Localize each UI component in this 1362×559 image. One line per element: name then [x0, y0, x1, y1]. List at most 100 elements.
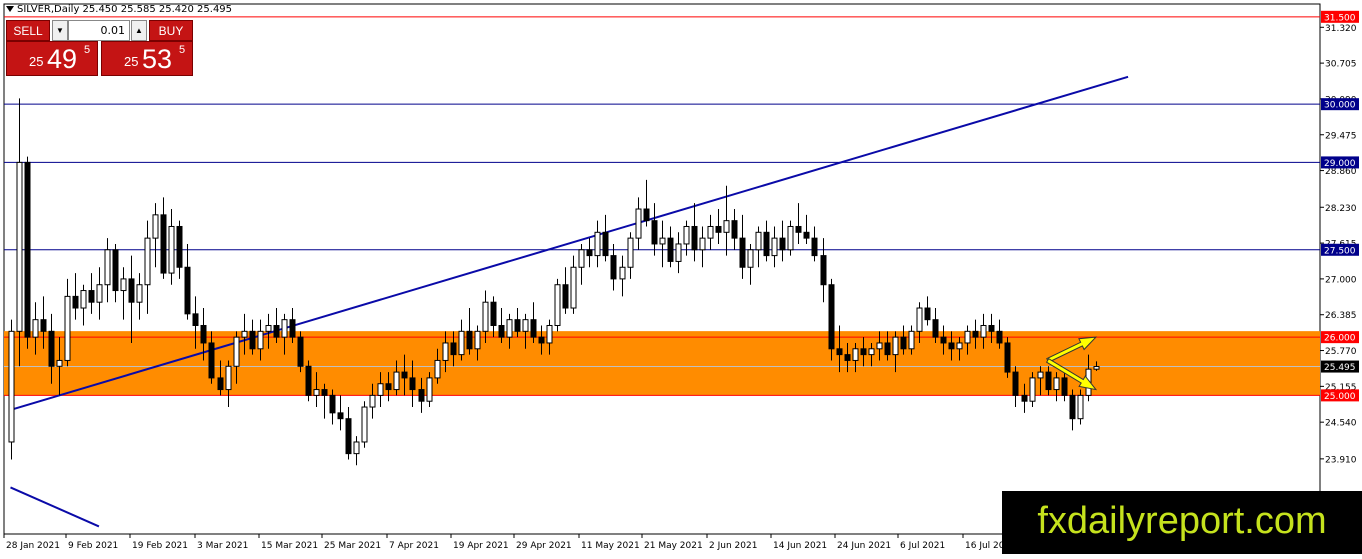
candle-body [241, 330, 248, 338]
candle-body [458, 330, 465, 356]
candle-body [217, 377, 224, 391]
candle-body [393, 371, 400, 391]
candle-body [787, 225, 794, 251]
candle-body [233, 336, 240, 367]
lot-increase-button[interactable]: ▲ [131, 20, 147, 41]
candle-body [1029, 377, 1036, 402]
y-tick-label: 26.385 [1325, 311, 1357, 321]
x-tick-label: 15 Mar 2021 [261, 541, 318, 551]
candle-body [32, 319, 39, 338]
x-tick-label: 28 Jan 2021 [6, 541, 60, 551]
candle-body [409, 377, 416, 391]
candle-body [876, 342, 883, 350]
sell-price-box[interactable]: 25 49 5 [6, 41, 98, 76]
y-tick-label: 28.230 [1325, 204, 1357, 214]
candle-body [418, 389, 425, 402]
level-price-label: 29.000 [1324, 159, 1356, 169]
candle-body [627, 237, 634, 268]
candle-body [160, 214, 167, 274]
candle-body [578, 249, 585, 268]
candle-body [152, 214, 159, 239]
candle-body [225, 365, 232, 391]
candle-body [426, 377, 433, 402]
symbol-header: SILVER,Daily 25.450 25.585 25.420 25.495 [6, 4, 232, 15]
candle-body [643, 208, 650, 222]
candle-body [1069, 394, 1076, 420]
candle-body [747, 249, 754, 268]
level-price-label: 31.500 [1324, 13, 1356, 23]
candle-body [176, 225, 183, 268]
candle-body [466, 330, 473, 350]
candle-body [120, 278, 127, 292]
x-tick-label: 14 Jun 2021 [773, 541, 827, 551]
x-tick-label: 2 Jun 2021 [709, 541, 757, 551]
candle-body [546, 324, 553, 344]
candle-body [345, 418, 352, 455]
candle-body [1021, 394, 1028, 402]
lot-size-input[interactable]: 0.01 [68, 20, 130, 41]
candle-body [385, 383, 392, 391]
y-tick-label: 30.705 [1325, 60, 1357, 70]
candle-body [128, 278, 135, 303]
price-chart[interactable]: 31.32030.70530.09029.47528.86028.23027.6… [0, 0, 1362, 554]
candle-body [434, 359, 441, 379]
candle-body [715, 225, 722, 233]
candle-body [16, 161, 23, 332]
candle-body [699, 237, 706, 251]
candle-body [80, 290, 87, 309]
candle-body [104, 249, 111, 286]
candle-body [1053, 377, 1060, 391]
candle-body [972, 330, 979, 338]
chart-canvas[interactable]: 31.32030.70530.09029.47528.86028.23027.6… [0, 0, 1362, 554]
candle-body [779, 237, 786, 251]
candle-body [249, 330, 256, 350]
sell-button[interactable]: SELL [6, 20, 50, 41]
candle-body [803, 231, 810, 239]
level-price-label: 25.000 [1324, 392, 1356, 402]
candle-body [659, 237, 666, 245]
dropdown-triangle-icon[interactable] [6, 6, 14, 12]
candle-body [442, 342, 449, 361]
candle-body [940, 336, 947, 344]
x-tick-label: 9 Feb 2021 [68, 541, 118, 551]
candle-body [828, 284, 835, 350]
candle-body [72, 295, 79, 309]
candle-body [200, 324, 207, 344]
buy-price-prefix: 25 [124, 54, 139, 69]
buy-button[interactable]: BUY [149, 20, 193, 41]
candle-body [1004, 342, 1011, 373]
candle-body [771, 237, 778, 257]
y-tick-label: 29.475 [1325, 131, 1357, 141]
buy-price-box[interactable]: 25 53 5 [101, 41, 193, 76]
candle-body [996, 330, 1003, 344]
candle-body [24, 161, 31, 338]
x-tick-label: 21 May 2021 [644, 541, 703, 551]
x-tick-label: 11 May 2021 [581, 541, 640, 551]
candle-body [377, 383, 384, 396]
candle-body [610, 255, 617, 280]
x-tick-label: 19 Apr 2021 [453, 541, 509, 551]
candle-body [964, 330, 971, 344]
candle-body [707, 225, 714, 239]
symbol-ohlc-text: SILVER,Daily 25.450 25.585 25.420 25.495 [17, 4, 233, 15]
lot-decrease-button[interactable]: ▼ [52, 20, 68, 41]
candle-body [651, 220, 658, 245]
plot-frame [3, 3, 1321, 535]
candle-body [635, 208, 642, 239]
candle-body [723, 220, 730, 233]
candle-body [900, 336, 907, 350]
candle-body [281, 319, 288, 338]
candle-body [836, 348, 843, 356]
x-tick-label: 19 Feb 2021 [132, 541, 188, 551]
candle-body [667, 237, 674, 262]
candle-body [924, 307, 931, 321]
candle-body [474, 330, 481, 350]
candle-body [1037, 371, 1044, 379]
candle-body [184, 266, 191, 315]
x-tick-label: 3 Mar 2021 [197, 541, 248, 551]
candle-body [353, 441, 360, 455]
candle-body [795, 225, 802, 233]
candle-body [932, 319, 939, 338]
x-tick-label: 29 Apr 2021 [516, 541, 572, 551]
candle-body [208, 342, 215, 379]
